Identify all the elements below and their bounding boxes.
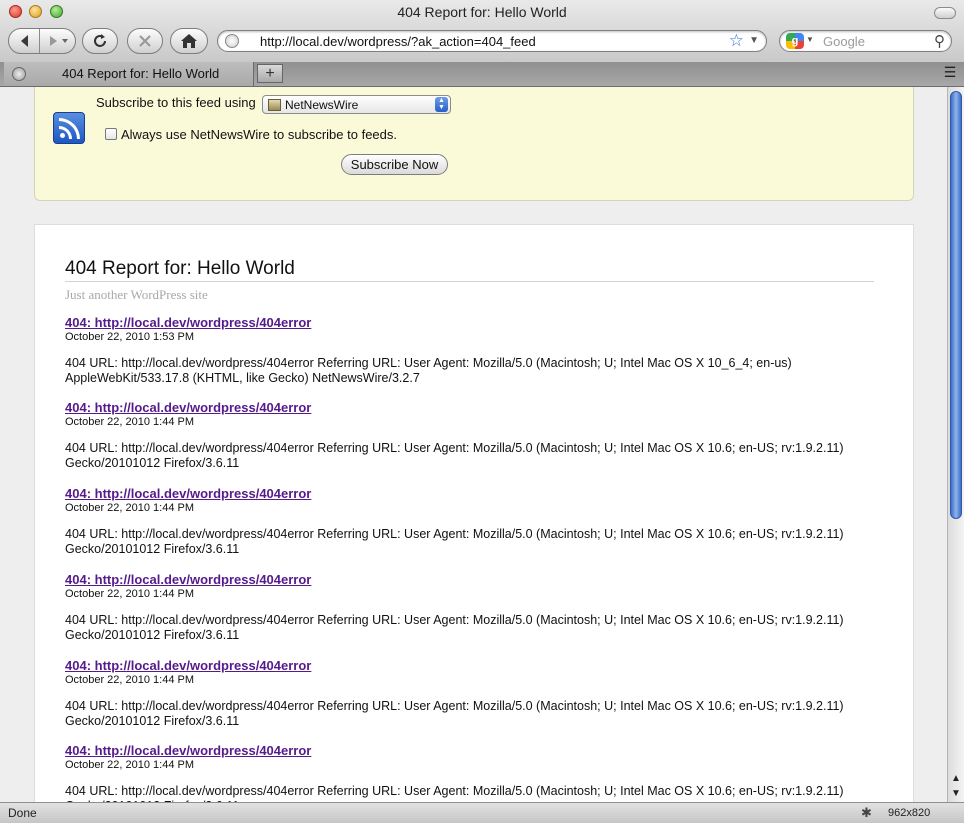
subscribe-now-button[interactable]: Subscribe Now [341, 154, 448, 175]
status-text: Done [8, 806, 37, 820]
bookmark-star-icon[interactable]: ☆ [729, 31, 744, 51]
entry-link[interactable]: 404: http://local.dev/wordpress/404error [65, 486, 885, 501]
toolbar-toggle-button[interactable] [934, 7, 956, 19]
entry-date: October 22, 2010 1:44 PM [65, 588, 195, 600]
subscribe-panel: Subscribe to this feed using NetNewsWire… [34, 87, 914, 201]
entry-body: 404 URL: http://local.dev/wordpress/404e… [65, 356, 792, 385]
tab-strip: 404 Report for: Hello World + ☰ [0, 62, 964, 87]
entry-link[interactable]: 404: http://local.dev/wordpress/404error [65, 743, 885, 758]
tab-label: 404 Report for: Hello World [62, 66, 220, 81]
history-dropdown-icon[interactable]: ▼ [749, 35, 759, 46]
tab-report[interactable]: 404 Report for: Hello World [4, 62, 254, 86]
home-icon [181, 34, 197, 48]
back-button[interactable] [12, 30, 38, 52]
search-icon[interactable]: ⚲ [934, 32, 945, 50]
entry-link[interactable]: 404: http://local.dev/wordpress/404error [65, 400, 885, 415]
list-item: 404: http://local.dev/wordpress/404error… [65, 486, 885, 557]
list-item: 404: http://local.dev/wordpress/404error… [65, 658, 885, 729]
back-icon [21, 35, 28, 47]
firebug-icon[interactable]: ✱ [861, 805, 872, 821]
page-title: 404 Report for: Hello World [65, 258, 874, 282]
tab-favicon-icon [12, 67, 26, 81]
search-bar[interactable]: g ▼ Google ⚲ [779, 30, 952, 52]
select-arrows-icon: ▲ ▼ [435, 97, 448, 112]
always-use-checkbox[interactable] [105, 128, 117, 140]
stop-button[interactable] [127, 28, 163, 54]
url-text[interactable]: http://local.dev/wordpress/?ak_action=40… [260, 34, 536, 49]
entry-link[interactable]: 404: http://local.dev/wordpress/404error [65, 658, 885, 673]
feed-reader-value: NetNewsWire [285, 98, 359, 112]
feed-reader-select[interactable]: NetNewsWire ▲ ▼ [262, 95, 451, 114]
page-viewport: Subscribe to this feed using NetNewsWire… [0, 87, 947, 802]
list-item: 404: http://local.dev/wordpress/404error… [65, 400, 885, 471]
browser-toolbar: 404 Report for: Hello World http://local… [0, 0, 964, 63]
search-input[interactable]: Google [823, 34, 865, 49]
history-buttons [8, 28, 76, 54]
vertical-scrollbar[interactable]: ▲ ▼ [947, 87, 964, 802]
stop-icon [139, 35, 151, 47]
scroll-up-icon[interactable]: ▲ [951, 773, 961, 784]
entry-date: October 22, 2010 1:44 PM [65, 759, 195, 771]
site-tagline: Just another WordPress site [65, 287, 208, 302]
entry-body: 404 URL: http://local.dev/wordpress/404e… [65, 527, 844, 556]
add-tab-button[interactable]: + [257, 64, 283, 83]
entry-body: 404 URL: http://local.dev/wordpress/404e… [65, 784, 844, 802]
window-title: 404 Report for: Hello World [397, 4, 567, 20]
entry-date: October 22, 2010 1:44 PM [65, 674, 195, 686]
address-bar[interactable]: http://local.dev/wordpress/?ak_action=40… [217, 30, 767, 52]
netnewswire-icon [268, 99, 281, 111]
forward-icon [50, 36, 68, 46]
window-dimensions: 962x820 [888, 807, 931, 819]
list-item: 404: http://local.dev/wordpress/404error… [65, 743, 885, 802]
reload-button[interactable] [82, 28, 118, 54]
scrollbar-thumb[interactable] [950, 91, 962, 519]
google-icon[interactable]: g [786, 33, 804, 49]
home-button[interactable] [170, 28, 208, 54]
entry-body: 404 URL: http://local.dev/wordpress/404e… [65, 699, 844, 728]
always-use-label[interactable]: Always use NetNewsWire to subscribe to f… [121, 127, 397, 142]
status-bar: Done ✱ 962x820 [0, 802, 964, 823]
entry-date: October 22, 2010 1:44 PM [65, 502, 195, 514]
list-item: 404: http://local.dev/wordpress/404error… [65, 315, 885, 386]
subscribe-label: Subscribe to this feed using [96, 95, 256, 110]
reload-icon [94, 34, 106, 47]
forward-button[interactable] [41, 30, 75, 52]
entry-date: October 22, 2010 1:53 PM [65, 331, 195, 343]
scroll-down-icon[interactable]: ▼ [951, 788, 961, 799]
engine-dropdown-icon[interactable]: ▼ [806, 35, 814, 44]
entry-body: 404 URL: http://local.dev/wordpress/404e… [65, 613, 844, 642]
tab-list-icon[interactable]: ☰ [940, 64, 960, 83]
entry-body: 404 URL: http://local.dev/wordpress/404e… [65, 441, 844, 470]
report-content: 404 Report for: Hello World Just another… [34, 224, 914, 802]
list-item: 404: http://local.dev/wordpress/404error… [65, 572, 885, 643]
add-tab-icon: + [265, 65, 275, 82]
entry-link[interactable]: 404: http://local.dev/wordpress/404error [65, 315, 885, 330]
entry-date: October 22, 2010 1:44 PM [65, 416, 195, 428]
rss-icon [53, 112, 85, 144]
entry-link[interactable]: 404: http://local.dev/wordpress/404error [65, 572, 885, 587]
site-icon [225, 34, 239, 48]
